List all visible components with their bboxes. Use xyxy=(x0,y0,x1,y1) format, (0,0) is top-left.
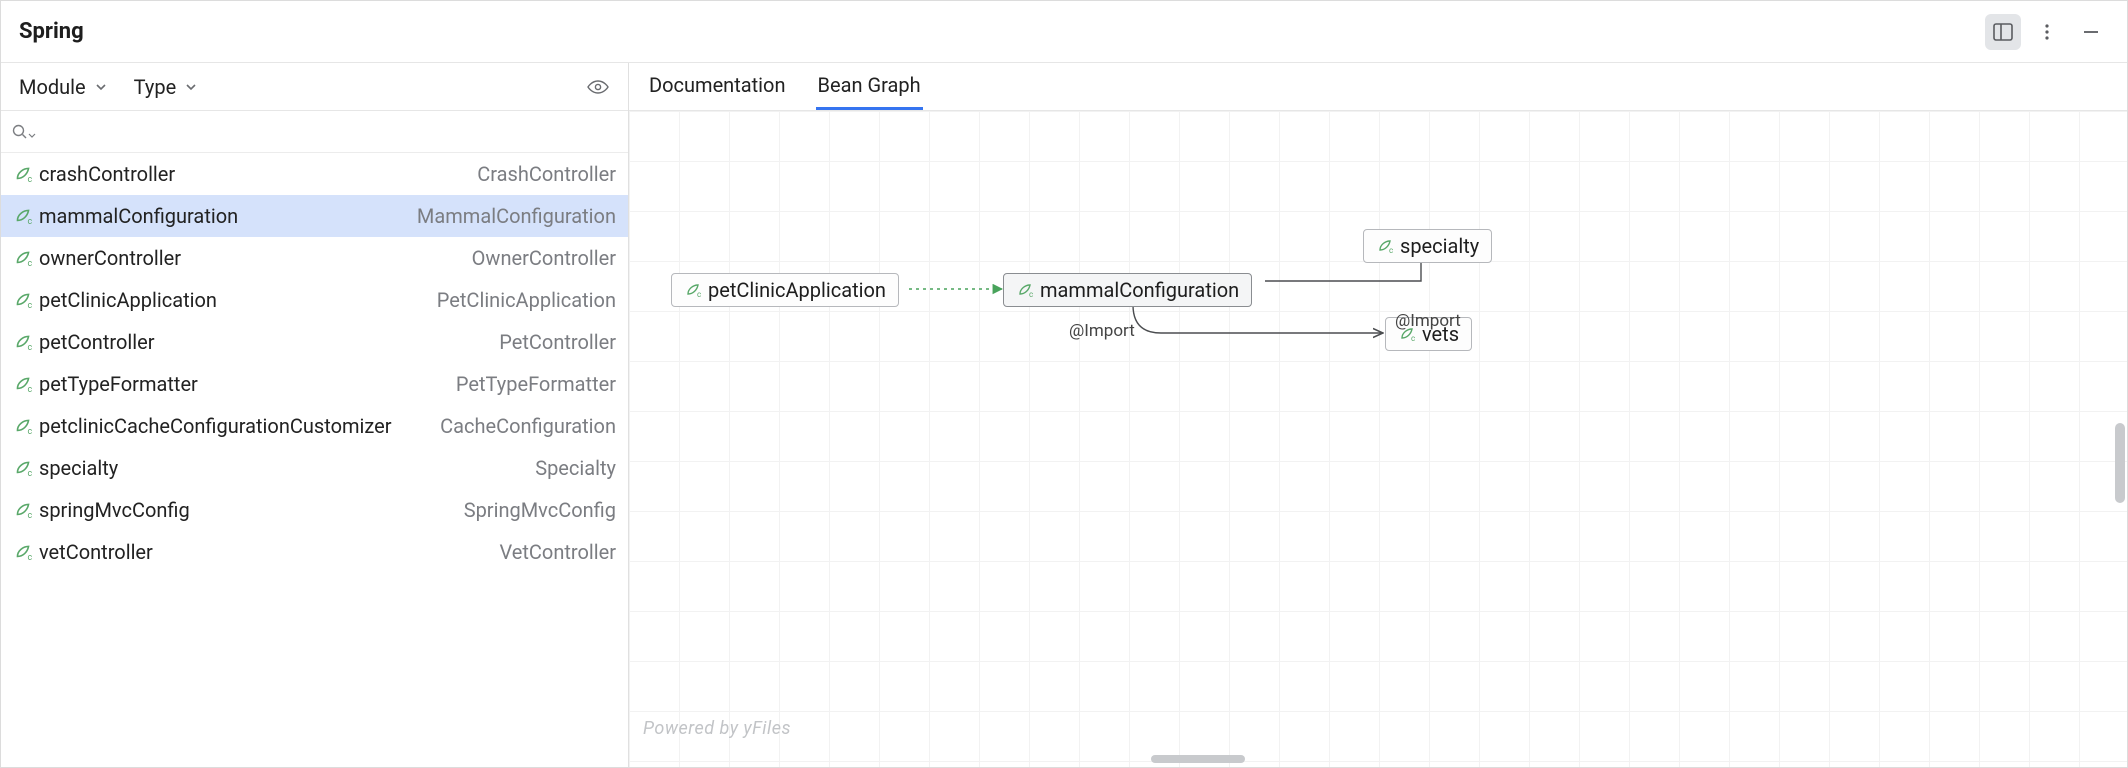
bean-icon: c xyxy=(13,374,33,394)
bean-icon: c xyxy=(13,290,33,310)
graph-watermark: Powered by yFiles xyxy=(643,718,791,739)
vertical-scrollbar[interactable] xyxy=(2111,63,2127,767)
bean-icon: c xyxy=(13,458,33,478)
bean-name: petClinicApplication xyxy=(39,288,217,312)
tab-documentation[interactable]: Documentation xyxy=(647,63,788,110)
bean-name: petTypeFormatter xyxy=(39,372,198,396)
module-filter-label: Module xyxy=(19,75,86,99)
bean-icon: c xyxy=(13,500,33,520)
bean-row[interactable]: c petclinicCacheConfigurationCustomizer Ca… xyxy=(1,405,628,447)
horizontal-scrollbar[interactable] xyxy=(629,751,2127,767)
tab-bean-graph[interactable]: Bean Graph xyxy=(816,63,923,110)
bean-icon: c xyxy=(13,248,33,268)
bean-row[interactable]: c petClinicApplication PetClinicApplicatio… xyxy=(1,279,628,321)
bean-name: petController xyxy=(39,330,155,354)
graph-node-petclinicapplication[interactable]: c petClinicApplication xyxy=(671,273,899,307)
bean-class: VetController xyxy=(499,540,616,564)
bean-icon: c xyxy=(13,164,33,184)
svg-text:c: c xyxy=(27,217,32,226)
more-options-icon[interactable] xyxy=(2029,14,2065,50)
bean-name: specialty xyxy=(39,456,118,480)
bean-icon: c xyxy=(684,281,702,299)
bean-name: ownerController xyxy=(39,246,181,270)
bean-row[interactable]: c springMvcConfig SpringMvcConfig xyxy=(1,489,628,531)
module-filter[interactable]: Module xyxy=(13,69,114,105)
bean-class: OwnerController xyxy=(472,246,616,270)
bean-icon: c xyxy=(13,206,33,226)
bean-graph-canvas[interactable]: c petClinicApplication c mammalConfigura… xyxy=(629,111,2127,767)
bean-class: SpringMvcConfig xyxy=(464,498,616,522)
bean-icon: c xyxy=(1376,237,1394,255)
search-bar xyxy=(1,111,628,153)
type-filter-label: Type xyxy=(134,75,177,99)
type-filter[interactable]: Type xyxy=(128,69,205,105)
preview-eye-icon[interactable] xyxy=(580,69,616,105)
bean-icon: c xyxy=(13,542,33,562)
bean-row[interactable]: c mammalConfiguration MammalConfiguration xyxy=(1,195,628,237)
svg-text:c: c xyxy=(27,511,32,520)
graph-node-specialty[interactable]: c specialty xyxy=(1363,229,1492,263)
svg-text:c: c xyxy=(27,385,32,394)
bean-name: vetController xyxy=(39,540,153,564)
graph-node-label: petClinicApplication xyxy=(708,278,886,302)
svg-text:c: c xyxy=(1389,246,1393,255)
bean-row[interactable]: c crashController CrashController xyxy=(1,153,628,195)
bean-row[interactable]: c vetController VetController xyxy=(1,531,628,573)
bean-name: crashController xyxy=(39,162,175,186)
graph-node-label: mammalConfiguration xyxy=(1040,278,1239,302)
toolwindow-title: Spring xyxy=(19,19,84,44)
graph-node-mammalconfiguration[interactable]: c mammalConfiguration xyxy=(1003,273,1252,307)
edge-label-import2: @Import xyxy=(1395,311,1461,331)
svg-text:c: c xyxy=(27,553,32,562)
svg-text:c: c xyxy=(27,259,32,268)
bean-icon: c xyxy=(13,332,33,352)
svg-text:c: c xyxy=(27,175,32,184)
bean-class: MammalConfiguration xyxy=(417,204,616,228)
bean-class: CrashController xyxy=(477,162,616,186)
details-panel: Documentation Bean Graph xyxy=(629,63,2127,767)
edge-label-import: @Import xyxy=(1069,321,1135,341)
vertical-scrollbar-thumb[interactable] xyxy=(2115,423,2125,503)
bean-name: mammalConfiguration xyxy=(39,204,238,228)
svg-text:c: c xyxy=(27,469,32,478)
toolwindow-titlebar: Spring xyxy=(1,1,2127,63)
tabs-bar: Documentation Bean Graph xyxy=(629,63,2127,111)
filters-bar: Module Type xyxy=(1,63,628,111)
edge-mammal-to-vets xyxy=(1133,305,1383,333)
svg-text:c: c xyxy=(27,301,32,310)
search-input[interactable] xyxy=(40,121,618,142)
bean-row[interactable]: c ownerController OwnerController xyxy=(1,237,628,279)
bean-list[interactable]: c crashController CrashController c mammalCo… xyxy=(1,153,628,767)
svg-text:c: c xyxy=(27,427,32,436)
bean-name: springMvcConfig xyxy=(39,498,190,522)
bean-row[interactable]: c petTypeFormatter PetTypeFormatter xyxy=(1,363,628,405)
search-icon xyxy=(11,123,36,141)
svg-text:c: c xyxy=(697,290,701,299)
bean-class: CacheConfiguration xyxy=(440,414,616,438)
chevron-down-icon xyxy=(94,80,108,94)
bean-icon: c xyxy=(1016,281,1034,299)
bean-icon: c xyxy=(13,416,33,436)
graph-node-label: specialty xyxy=(1400,234,1479,258)
bean-class: PetController xyxy=(499,330,616,354)
svg-text:c: c xyxy=(1411,334,1415,343)
bean-class: Specialty xyxy=(535,456,616,480)
bean-name: petclinicCacheConfigurationCustomizer xyxy=(39,414,392,438)
bean-class: PetTypeFormatter xyxy=(456,372,616,396)
toggle-sidebar-icon[interactable] xyxy=(1985,14,2021,50)
bean-class: PetClinicApplication xyxy=(437,288,616,312)
bean-row[interactable]: c specialty Specialty xyxy=(1,447,628,489)
bean-row[interactable]: c petController PetController xyxy=(1,321,628,363)
horizontal-scrollbar-thumb[interactable] xyxy=(1151,755,1245,763)
minimize-icon[interactable] xyxy=(2073,14,2109,50)
beans-panel: Module Type c xyxy=(1,63,629,767)
svg-text:c: c xyxy=(1029,290,1033,299)
chevron-down-icon xyxy=(184,80,198,94)
svg-text:c: c xyxy=(27,343,32,352)
